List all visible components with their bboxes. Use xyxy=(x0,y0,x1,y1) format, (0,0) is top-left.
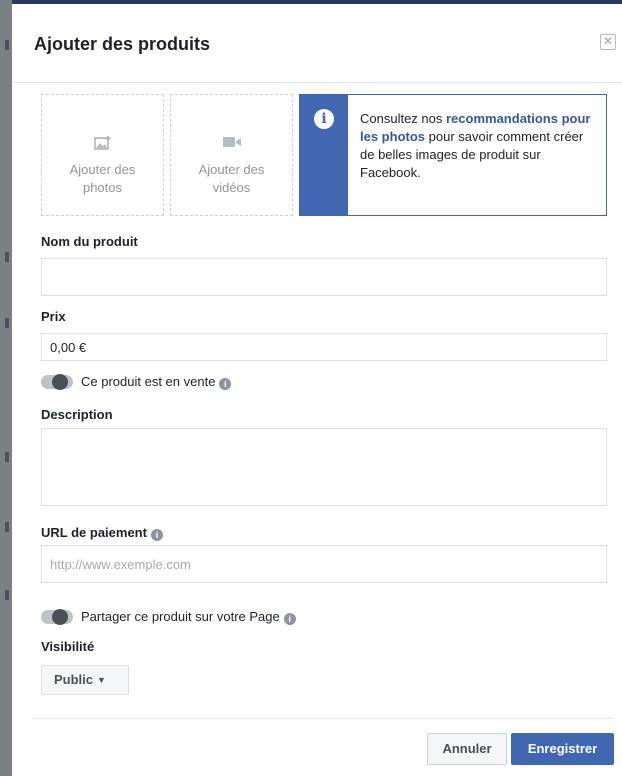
price-input[interactable] xyxy=(41,333,607,361)
on-sale-toggle[interactable] xyxy=(41,374,73,390)
info-icon[interactable]: i xyxy=(150,529,163,541)
product-name-input[interactable] xyxy=(41,258,607,296)
info-icon: i xyxy=(314,109,334,129)
video-camera-icon xyxy=(222,135,242,152)
save-button[interactable]: Enregistrer xyxy=(511,733,614,765)
info-icon[interactable]: i xyxy=(283,613,296,625)
product-name-label: Nom du produit xyxy=(41,234,138,249)
description-textarea[interactable] xyxy=(41,428,607,506)
tip-sidebar: i xyxy=(300,95,348,215)
add-photos-label-2: photos xyxy=(82,180,123,195)
photo-icon xyxy=(93,135,112,154)
description-label: Description xyxy=(41,407,113,422)
dialog-title: Ajouter des produits xyxy=(34,34,211,54)
toggle-knob xyxy=(52,609,68,625)
add-videos-label-1: Ajouter des xyxy=(198,162,265,177)
price-label: Prix xyxy=(41,309,66,324)
on-sale-label: Ce produit est en vente xyxy=(81,374,216,389)
cancel-button[interactable]: Annuler xyxy=(427,733,507,765)
caret-down-icon: ▼ xyxy=(97,675,106,685)
add-videos-button[interactable]: Ajouter des vidéos xyxy=(170,94,293,216)
payment-url-input[interactable] xyxy=(41,545,607,583)
add-products-dialog: Ajouter des produits ✕ Ajouter des photo… xyxy=(12,4,622,776)
photo-tip-box: i Consultez nos recommandations pour les… xyxy=(299,94,607,216)
toggle-knob xyxy=(52,374,68,390)
background-page-strip xyxy=(0,0,12,776)
visibility-dropdown[interactable]: Public ▼ xyxy=(41,665,129,695)
add-photos-label-1: Ajouter des xyxy=(69,162,136,177)
visibility-label: Visibilité xyxy=(41,639,95,654)
share-toggle[interactable] xyxy=(41,609,73,625)
info-icon[interactable]: i xyxy=(219,378,232,390)
tip-text-before: Consultez nos xyxy=(360,111,446,126)
payment-url-label: URL de paiement xyxy=(41,525,147,540)
share-label: Partager ce produit sur votre Page xyxy=(81,609,280,624)
payment-url-label-row: URL de paiement i xyxy=(41,525,163,541)
tip-text: Consultez nos recommandations pour les p… xyxy=(360,110,600,182)
dialog-header: Ajouter des produits ✕ xyxy=(12,4,622,83)
close-icon[interactable]: ✕ xyxy=(600,34,616,50)
visibility-value: Public xyxy=(54,672,94,687)
add-videos-label-2: vidéos xyxy=(212,180,251,195)
footer-divider xyxy=(32,718,614,719)
add-photos-button[interactable]: Ajouter des photos xyxy=(41,94,164,216)
